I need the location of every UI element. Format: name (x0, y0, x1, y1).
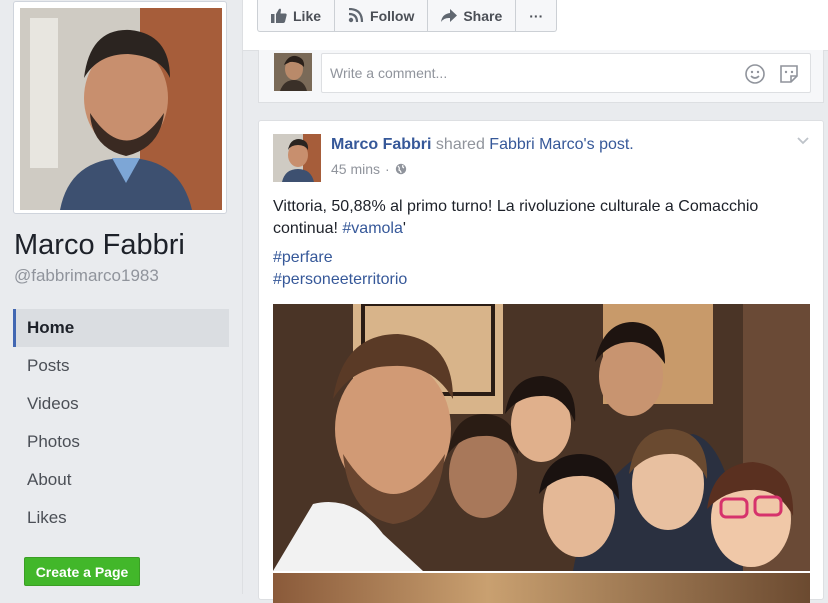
chevron-down-icon[interactable] (797, 137, 809, 145)
hashtag-perfare[interactable]: #perfare (273, 247, 407, 269)
group-selfie-illustration (273, 304, 810, 571)
original-author-link[interactable]: Fabbri Marco (489, 136, 583, 153)
column-divider (242, 0, 243, 594)
post-meta: 45 mins · (331, 161, 407, 177)
like-button-label: Like (293, 7, 322, 24)
share-button-label: Share (463, 7, 503, 24)
profile-photo-illustration (20, 8, 222, 210)
possessive-suffix: 's (583, 136, 595, 153)
post-author-avatar[interactable] (273, 134, 321, 182)
post-message-end: ' (402, 220, 406, 237)
nav-item-likes[interactable]: Likes (13, 499, 229, 537)
post-timestamp[interactable]: 45 mins (331, 161, 380, 177)
page-title[interactable]: Marco Fabbri (14, 229, 185, 262)
comment-input[interactable]: Write a comment... (321, 53, 811, 93)
left-column: Marco Fabbri @fabbrimarco1983 Home Posts… (0, 0, 243, 594)
post-photo-second[interactable] (273, 573, 810, 603)
more-options-button[interactable]: ··· (516, 0, 556, 31)
post-hashtags: #perfare #personeeterritorio (273, 247, 407, 291)
profile-picture-frame[interactable] (13, 1, 227, 214)
commenter-avatar-illustration (274, 53, 312, 91)
hashtag-personeeterritorio[interactable]: #personeeterritorio (273, 269, 407, 291)
globe-icon[interactable] (395, 163, 407, 175)
follow-button[interactable]: Follow (335, 0, 429, 31)
share-arrow-icon (441, 8, 458, 22)
post-author-link[interactable]: Marco Fabbri (331, 136, 431, 153)
hashtag-vamola[interactable]: #vamola (342, 220, 402, 237)
post-message: Vittoria, 50,88% al primo turno! La rivo… (273, 196, 809, 240)
page-navigation: Home Posts Videos Photos About Likes (13, 309, 229, 537)
thumbs-up-icon (271, 8, 287, 23)
nav-item-videos[interactable]: Videos (13, 385, 229, 423)
nav-item-home[interactable]: Home (13, 309, 229, 347)
rss-follow-icon (348, 8, 364, 23)
feed-post: Marco Fabbri shared Fabbri Marco's post.… (258, 120, 824, 603)
more-options-icon: ··· (529, 7, 544, 24)
shared-text: shared (435, 136, 485, 153)
original-post-link[interactable]: post. (599, 136, 634, 153)
commenter-avatar[interactable] (274, 53, 312, 91)
profile-photo[interactable] (20, 8, 222, 210)
emoji-icon[interactable] (744, 63, 766, 85)
post-header: Marco Fabbri shared Fabbri Marco's post. (331, 136, 634, 154)
sticker-icon[interactable] (778, 63, 800, 85)
share-button[interactable]: Share (428, 0, 517, 31)
post-author-avatar-illustration (273, 134, 321, 182)
follow-button-label: Follow (370, 7, 415, 24)
comment-composer: Write a comment... (258, 50, 824, 103)
nav-item-about[interactable]: About (13, 461, 229, 499)
page-header-card: Like Follow Share ··· (243, 0, 828, 51)
like-button[interactable]: Like (258, 0, 336, 31)
nav-item-posts[interactable]: Posts (13, 347, 229, 385)
create-page-button[interactable]: Create a Page (24, 557, 140, 586)
post-photo[interactable] (273, 304, 810, 571)
comment-placeholder: Write a comment... (330, 65, 448, 81)
nav-item-photos[interactable]: Photos (13, 423, 229, 461)
page-action-bar: Like Follow Share ··· (257, 0, 558, 32)
page-username[interactable]: @fabbrimarco1983 (14, 266, 159, 286)
meta-separator: · (385, 161, 390, 177)
